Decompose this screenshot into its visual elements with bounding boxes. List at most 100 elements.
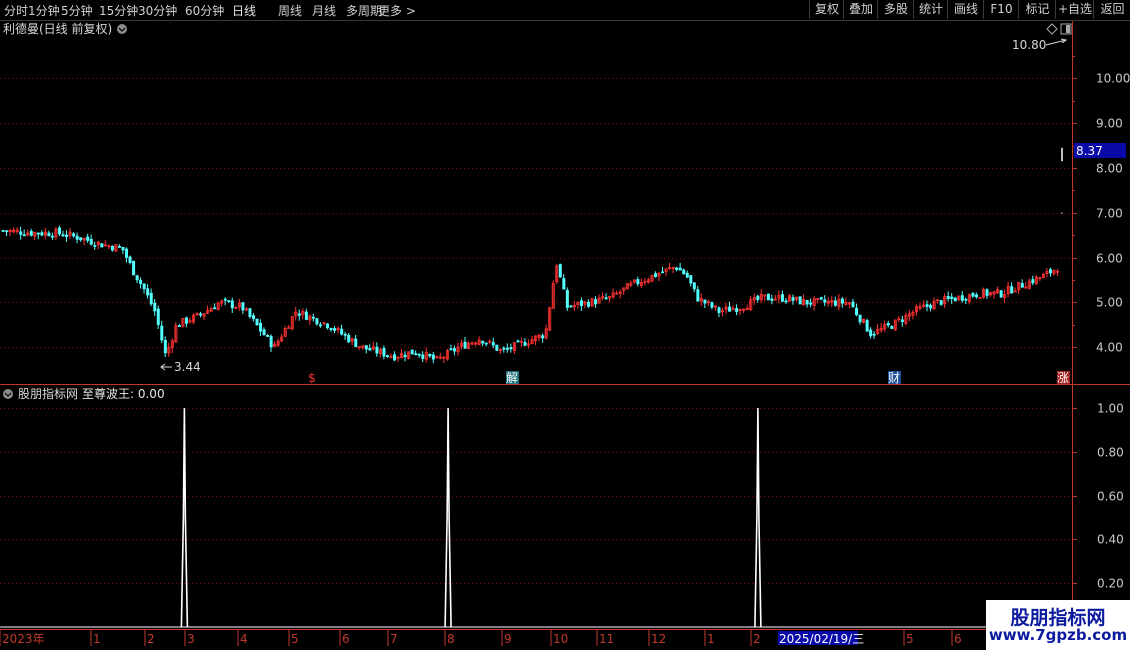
candle-body: [851, 301, 855, 308]
candle-body: [558, 264, 562, 278]
candle-body: [562, 278, 566, 290]
candle-body: [717, 307, 721, 313]
candle-body: [502, 347, 506, 350]
candle-body: [139, 279, 143, 285]
candle-body: [375, 346, 379, 354]
candle-body: [340, 328, 344, 335]
candle-body: [146, 288, 150, 296]
candle-body: [410, 349, 414, 355]
event-marker-2: 财: [888, 371, 900, 385]
candle-body: [40, 232, 44, 236]
candle-body: [840, 298, 844, 304]
candle-body: [819, 297, 823, 300]
candle-body: [117, 245, 121, 248]
candle-body: [311, 316, 315, 319]
candle-body: [259, 322, 263, 332]
candle-body: [449, 348, 453, 351]
candle-body: [19, 231, 23, 235]
candle-body: [964, 298, 968, 301]
candle-body: [594, 299, 598, 305]
candle-body: [160, 325, 164, 341]
candle-body: [333, 328, 337, 331]
event-marker-1: 解: [506, 371, 518, 385]
kline-chart[interactable]: 10.00 9.00 8.00 7.00 6.00 5.00 4.00 1.00 0.80 0.6…: [0, 0, 1130, 650]
x-axis-label-8: 8: [447, 632, 455, 646]
candle-body: [946, 295, 950, 299]
candle-body: [900, 319, 904, 323]
main-y-tick-label: 9.00: [1096, 117, 1123, 131]
candle-body: [756, 295, 760, 300]
main-panel-title: 利德曼(日线 前复权): [3, 21, 112, 36]
indicator-spike-2: [754, 407, 762, 628]
ind-y-tick-label: 0.80: [1097, 446, 1124, 460]
candle-body: [463, 341, 467, 349]
candle-body: [1031, 279, 1035, 284]
candle-body: [509, 347, 513, 350]
candle-body: [125, 248, 129, 258]
ind-dropdown-icon[interactable]: [3, 389, 13, 399]
candle-body: [805, 299, 809, 305]
candle-body: [329, 327, 333, 331]
candle-body: [149, 292, 153, 305]
x-axis-label-4: 4: [240, 632, 248, 646]
high-arrow-icon: [1045, 38, 1068, 46]
candle-body: [79, 237, 83, 241]
candle-body: [110, 245, 114, 251]
candle-body: [132, 260, 136, 276]
candle-body: [999, 290, 1003, 298]
candle-body: [86, 236, 90, 241]
candle-body: [417, 353, 421, 356]
watermark-line2: www.7gpzb.com: [988, 626, 1128, 644]
candle-body: [262, 329, 266, 336]
candle-body: [213, 307, 217, 310]
candle-body: [491, 342, 495, 346]
candle-body: [971, 292, 975, 297]
main-y-tick-label: 4.00: [1096, 341, 1123, 355]
candle-body: [248, 308, 252, 317]
candle-body: [318, 324, 322, 327]
candle-body: [929, 304, 933, 309]
indicator-title: 股朋指标网: [18, 386, 78, 401]
candle-body: [386, 355, 390, 358]
candle-body: [428, 353, 432, 357]
candle-body: [569, 305, 573, 308]
candle-body: [579, 300, 583, 307]
candle-body: [689, 275, 693, 284]
candle-body: [36, 232, 40, 235]
candle-body: [1, 230, 5, 232]
title-dropdown-icon[interactable]: [117, 24, 127, 34]
candle-body: [770, 298, 774, 301]
candle-body: [121, 246, 125, 251]
candle-body: [393, 354, 397, 361]
cursor-date-label: 2025/02/19/三: [779, 632, 864, 646]
candle-body: [255, 318, 259, 326]
ind-y-tick-label: 0.60: [1097, 490, 1124, 504]
candle-body: [199, 313, 203, 316]
candle-body: [89, 238, 93, 245]
x-axis-label-16: 6: [954, 632, 962, 646]
candle-body: [682, 269, 686, 275]
candle-body: [100, 243, 104, 248]
main-y-tick-label: 6.00: [1096, 252, 1123, 266]
candle-body: [696, 289, 700, 302]
candle-body: [5, 230, 9, 233]
candle-body: [523, 341, 527, 346]
candle-body: [58, 227, 62, 235]
ind-y-tick-label: 0.40: [1097, 533, 1124, 547]
candle-body: [858, 314, 862, 323]
candle-body: [855, 307, 859, 316]
indicator-spike-1: [444, 407, 452, 628]
x-axis-label-9: 9: [504, 632, 512, 646]
candle-body: [939, 300, 943, 305]
candle-body: [421, 354, 425, 359]
diamond-icon[interactable]: [1046, 23, 1058, 35]
x-axis-label-15: 5: [906, 632, 914, 646]
candle-body: [431, 354, 435, 360]
candle-body: [315, 318, 319, 325]
candle-body: [354, 338, 358, 348]
candle-body: [516, 340, 520, 343]
candle-body: [29, 230, 33, 236]
x-axis-label-14: 2: [753, 632, 761, 646]
candle-body: [481, 340, 485, 344]
candle-body: [184, 317, 188, 324]
